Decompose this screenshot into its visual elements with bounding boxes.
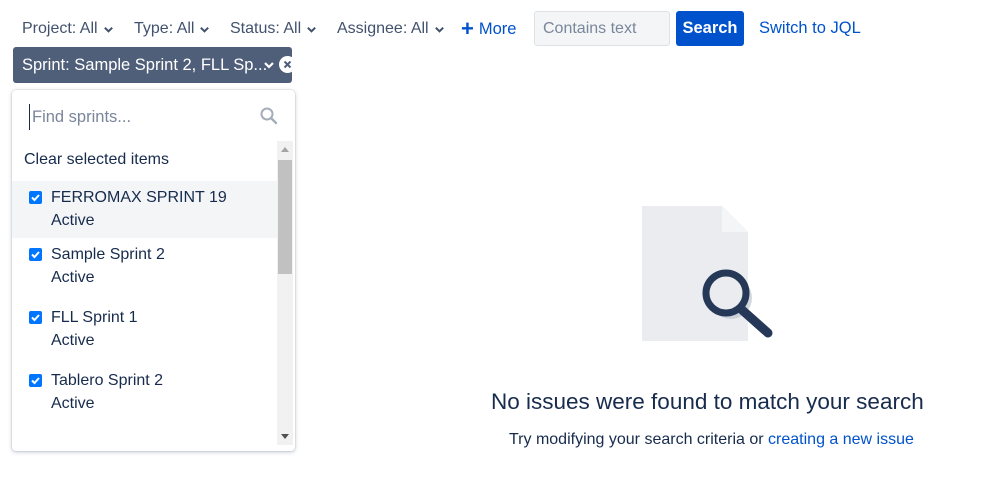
no-results-document-icon bbox=[642, 206, 773, 341]
chevron-down-icon bbox=[103, 26, 113, 33]
switch-to-jql-link[interactable]: Switch to JQL bbox=[759, 19, 861, 38]
plus-icon: + bbox=[461, 15, 474, 41]
project-filter[interactable]: Project: All bbox=[22, 20, 114, 38]
checkbox[interactable] bbox=[29, 191, 42, 204]
type-filter[interactable]: Type: All bbox=[134, 20, 210, 38]
checkbox[interactable] bbox=[29, 248, 42, 261]
list-item[interactable]: Tablero Sprint 2 Active bbox=[12, 364, 277, 427]
sprint-status: Active bbox=[51, 332, 95, 349]
chevron-down-icon bbox=[200, 26, 210, 33]
checkbox[interactable] bbox=[29, 374, 42, 387]
assignee-filter[interactable]: Assignee: All bbox=[337, 20, 445, 38]
create-issue-link[interactable]: creating a new issue bbox=[768, 431, 914, 448]
clear-selected-items[interactable]: Clear selected items bbox=[24, 151, 169, 169]
list-item[interactable]: Sample Sprint 2 Active bbox=[12, 238, 277, 301]
scrollbar[interactable] bbox=[277, 141, 293, 445]
type-filter-label: Type: All bbox=[134, 20, 195, 37]
scroll-down-arrow-icon[interactable] bbox=[281, 434, 289, 439]
chevron-down-icon bbox=[264, 62, 274, 69]
search-button[interactable]: Search bbox=[676, 11, 744, 46]
sprint-name: FERROMAX SPRINT 19 bbox=[51, 189, 227, 206]
chevron-down-icon bbox=[307, 26, 317, 33]
sprint-filter-label: Sprint: Sample Sprint 2, FLL Sp... bbox=[22, 55, 268, 74]
sprint-name: Sample Sprint 2 bbox=[51, 246, 165, 263]
scroll-up-arrow-icon[interactable] bbox=[281, 147, 289, 152]
sprint-filter[interactable]: Sprint: Sample Sprint 2, FLL Sp... bbox=[13, 47, 296, 83]
find-sprints-input[interactable] bbox=[29, 104, 263, 130]
sprint-status: Active bbox=[51, 395, 95, 412]
empty-state-subtitle: Try modifying your search criteria or cr… bbox=[509, 431, 914, 449]
contains-text-input[interactable] bbox=[534, 11, 670, 46]
empty-state-title: No issues were found to match your searc… bbox=[491, 389, 924, 414]
status-filter-label: Status: All bbox=[230, 20, 302, 37]
list-item[interactable]: FLL Sprint 1 Active bbox=[12, 301, 277, 364]
list-item[interactable]: FERROMAX SPRINT 19 Active bbox=[12, 181, 277, 238]
project-filter-label: Project: All bbox=[22, 20, 98, 37]
more-filters-button[interactable]: + More bbox=[461, 15, 517, 41]
scrollbar-thumb[interactable] bbox=[278, 160, 292, 274]
search-icon bbox=[260, 107, 278, 125]
empty-state-text: Try modifying your search criteria or bbox=[509, 431, 764, 448]
chevron-down-icon bbox=[434, 26, 444, 33]
checkbox[interactable] bbox=[29, 311, 42, 324]
sprint-name: FLL Sprint 1 bbox=[51, 309, 138, 326]
clear-sprint-filter-icon[interactable] bbox=[279, 56, 296, 73]
assignee-filter-label: Assignee: All bbox=[337, 20, 429, 37]
sprint-status: Active bbox=[51, 212, 95, 229]
sprint-name: Tablero Sprint 2 bbox=[51, 372, 164, 389]
sprint-dropdown: Clear selected items FERROMAX SPRINT 19 … bbox=[12, 90, 295, 451]
more-filters-label: More bbox=[478, 20, 517, 38]
sprint-status: Active bbox=[51, 269, 95, 286]
status-filter[interactable]: Status: All bbox=[230, 20, 317, 38]
sprint-list: FERROMAX SPRINT 19 Active Sample Sprint … bbox=[12, 181, 277, 427]
